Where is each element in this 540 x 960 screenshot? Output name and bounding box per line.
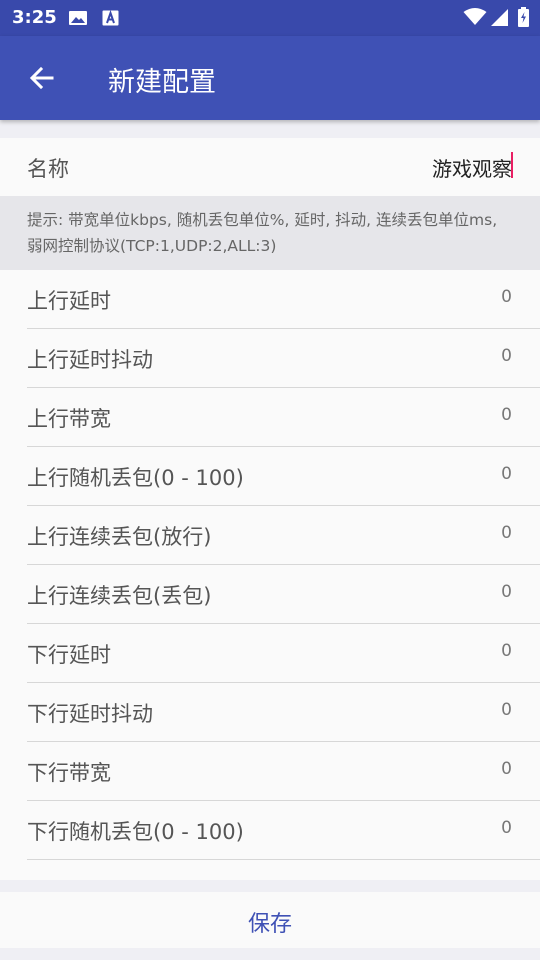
font-notification-icon xyxy=(102,10,119,26)
list-item-uplink-delay-jitter[interactable]: 上行延时抖动 0 xyxy=(27,329,540,388)
app-bar: 新建配置 xyxy=(0,36,540,120)
list-item-value[interactable]: 0 xyxy=(501,523,512,543)
list-item-label: 上行延时抖动 xyxy=(27,348,153,372)
list-item-uplink-delay[interactable]: 上行延时 0 xyxy=(27,270,540,329)
list-item-uplink-burst-pass[interactable]: 上行连续丢包(放行) 0 xyxy=(27,506,540,565)
list-item-label: 下行随机丢包(0 - 100) xyxy=(27,820,244,844)
list-item-value[interactable]: 0 xyxy=(501,464,512,484)
list-item-label: 上行连续丢包(放行) xyxy=(27,525,212,549)
list-item-value[interactable]: 0 xyxy=(501,582,512,602)
status-time: 3:25 xyxy=(12,7,57,28)
settings-list[interactable]: 上行延时 0 上行延时抖动 0 上行带宽 0 上行随机丢包(0 - 100) 0… xyxy=(0,270,540,880)
list-item-uplink-bandwidth[interactable]: 上行带宽 0 xyxy=(27,388,540,447)
image-notification-icon xyxy=(69,11,87,25)
list-item-label: 下行延时 xyxy=(27,643,111,667)
list-item-value[interactable]: 0 xyxy=(501,287,512,307)
cellular-signal-icon xyxy=(491,9,508,26)
list-item-downlink-bandwidth[interactable]: 下行带宽 0 xyxy=(27,742,540,801)
page-title: 新建配置 xyxy=(108,67,216,98)
list-item-label: 上行随机丢包(0 - 100) xyxy=(27,466,244,490)
list-item-label: 上行带宽 xyxy=(27,407,111,431)
back-arrow-icon[interactable] xyxy=(26,62,58,94)
name-field-row[interactable]: 名称 游戏观察 xyxy=(0,138,540,196)
name-input[interactable]: 游戏观察 xyxy=(432,153,512,182)
list-item-value[interactable]: 0 xyxy=(501,405,512,425)
save-bar[interactable]: 保存 xyxy=(0,892,540,948)
list-item-value[interactable]: 0 xyxy=(501,818,512,838)
list-item-label: 上行延时 xyxy=(27,289,111,313)
list-item-label: 上行连续丢包(丢包) xyxy=(27,584,212,608)
list-item-uplink-burst-drop[interactable]: 上行连续丢包(丢包) 0 xyxy=(27,565,540,624)
save-button[interactable]: 保存 xyxy=(0,906,540,938)
list-item-downlink-random-loss[interactable]: 下行随机丢包(0 - 100) 0 xyxy=(27,801,540,860)
list-item-downlink-delay-jitter[interactable]: 下行延时抖动 0 xyxy=(27,683,540,742)
list-item-value[interactable]: 0 xyxy=(501,641,512,661)
list-item-label: 下行带宽 xyxy=(27,761,111,785)
list-item-downlink-delay[interactable]: 下行延时 0 xyxy=(27,624,540,683)
hint-text: 提示: 带宽单位kbps, 随机丢包单位%, 延时, 抖动, 连续丢包单位ms,… xyxy=(0,196,540,270)
status-bar: 3:25 xyxy=(0,0,540,36)
footer: 保存 xyxy=(0,880,540,960)
battery-icon xyxy=(518,7,529,27)
list-item-label: 下行延时抖动 xyxy=(27,702,153,726)
list-item-value[interactable]: 0 xyxy=(501,700,512,720)
text-cursor xyxy=(511,152,513,178)
list-item-uplink-random-loss[interactable]: 上行随机丢包(0 - 100) 0 xyxy=(27,447,540,506)
list-item-value[interactable]: 0 xyxy=(501,759,512,779)
wifi-icon xyxy=(463,8,487,25)
name-field-label: 名称 xyxy=(27,157,69,181)
list-item-value[interactable]: 0 xyxy=(501,346,512,366)
